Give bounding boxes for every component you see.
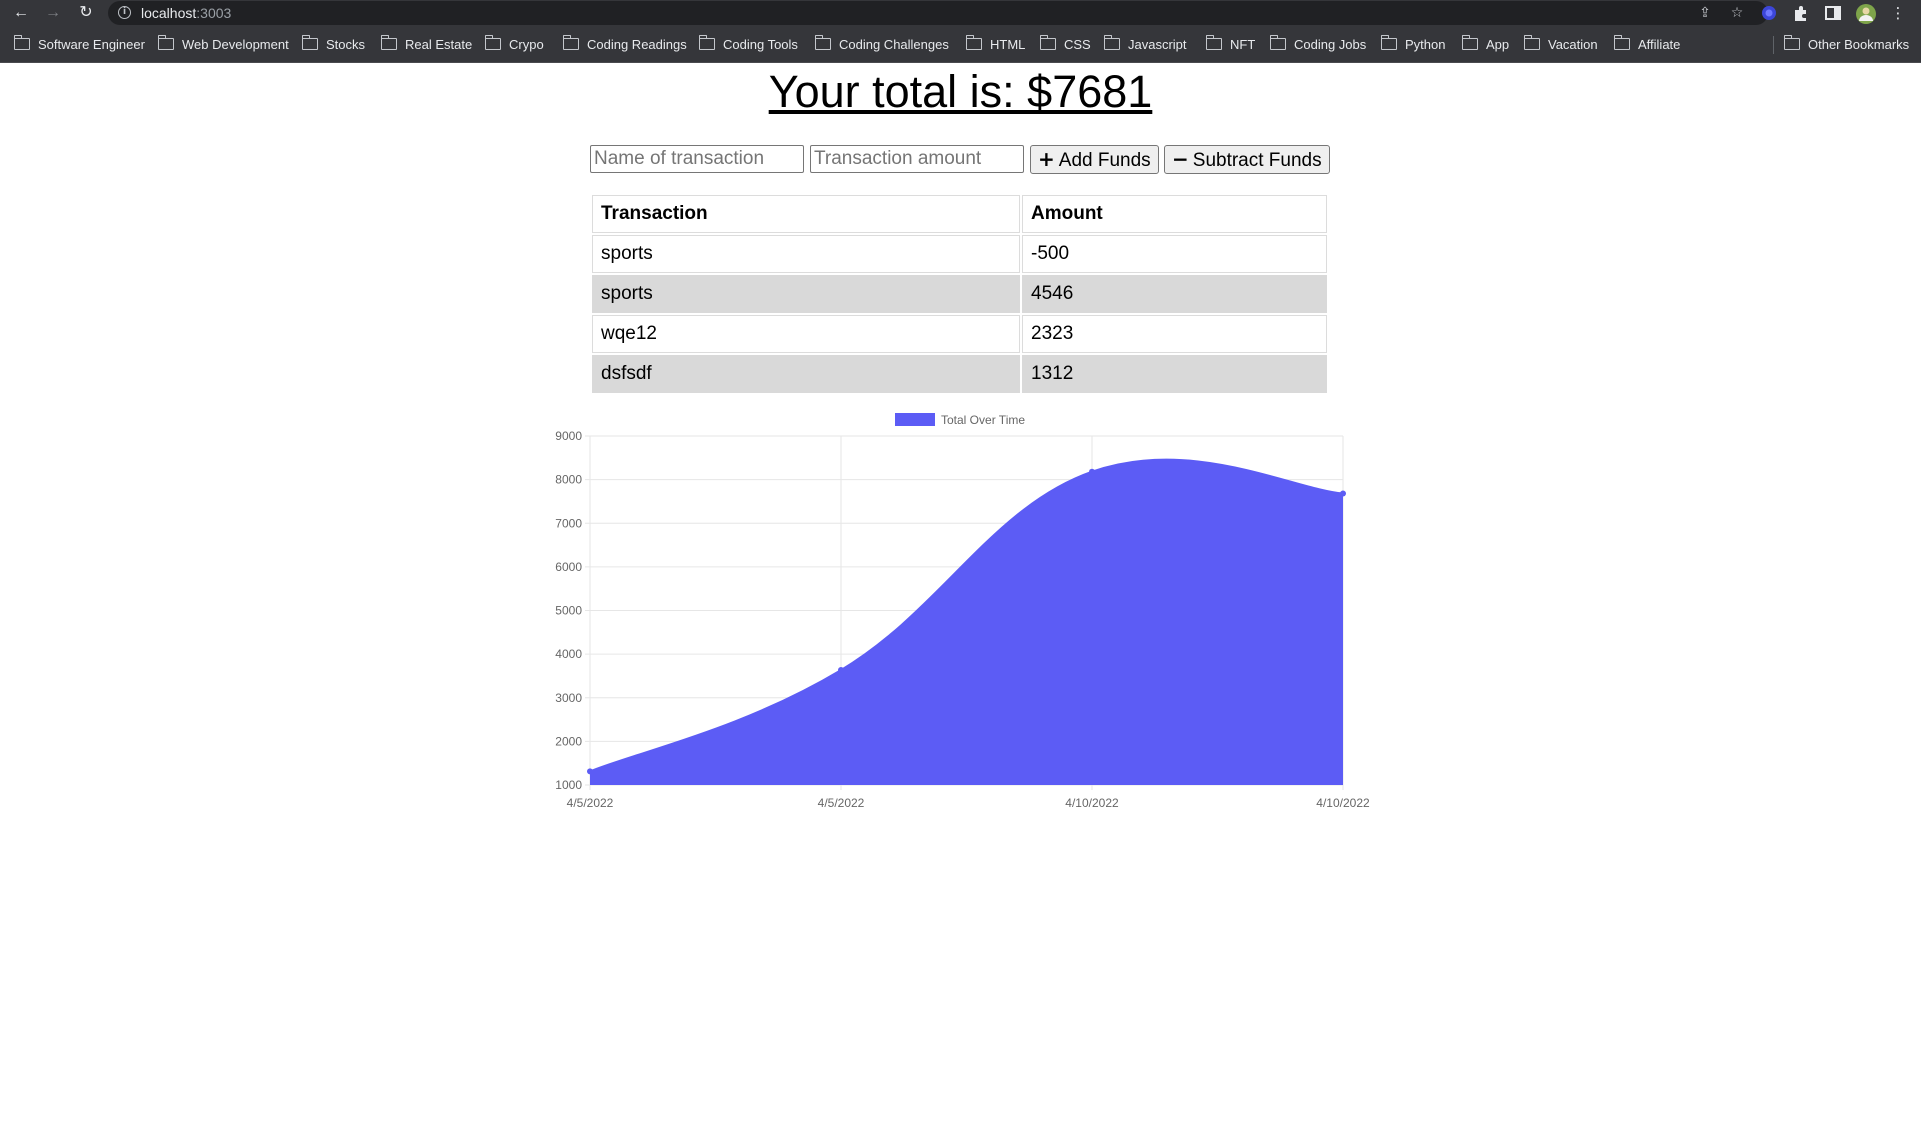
y-tick-label: 5000 [555, 604, 582, 618]
y-tick-label: 6000 [555, 560, 582, 574]
table-row: sports 4546 [592, 275, 1327, 313]
add-funds-label: Add Funds [1058, 150, 1151, 171]
transaction-amount-cell: -500 [1022, 235, 1327, 273]
transaction-name-cell: sports [592, 275, 1020, 313]
folder-icon [1613, 35, 1630, 50]
folder-icon [698, 35, 715, 50]
table-header-row: Transaction Amount [592, 195, 1327, 233]
y-tick-label: 7000 [555, 516, 582, 530]
bookmarks-divider [1773, 36, 1774, 54]
site-info-icon[interactable]: i [118, 6, 131, 19]
bookmark-folder[interactable]: Software Engineer [13, 35, 145, 55]
extension-circle-icon[interactable] [1759, 3, 1779, 23]
profile-avatar[interactable] [1855, 3, 1876, 24]
plus-icon: + [1038, 147, 1055, 171]
address-bar[interactable]: i localhost:3003 ⇪ ☆ [108, 1, 1768, 25]
bookmark-folder[interactable]: Vacation [1523, 35, 1598, 55]
transaction-amount-cell: 1312 [1022, 355, 1327, 393]
url-text[interactable]: localhost:3003 [141, 5, 231, 21]
total-over-time-chart: 1000 2000 3000 4000 5000 6000 7000 8000 9000 4/5/… [555, 413, 1370, 810]
transaction-name-input[interactable] [590, 145, 804, 173]
transaction-amount-cell: 2323 [1022, 315, 1327, 353]
folder-icon [814, 35, 831, 50]
transaction-column-header: Transaction [592, 195, 1020, 233]
bookmark-star-icon[interactable]: ☆ [1728, 4, 1746, 22]
bookmark-folder[interactable]: Web Development [157, 35, 289, 55]
y-tick-label: 1000 [555, 778, 582, 792]
folder-icon [1039, 35, 1056, 50]
bookmark-folder[interactable]: Javascript [1103, 35, 1187, 55]
transaction-name-cell: dsfsdf [592, 355, 1020, 393]
folder-icon [1380, 35, 1397, 50]
y-tick-label: 4000 [555, 647, 582, 661]
legend-swatch [895, 413, 935, 426]
series-area [590, 459, 1343, 785]
extensions-puzzle-icon[interactable] [1791, 3, 1811, 23]
folder-icon [301, 35, 318, 50]
x-tick-label: 4/5/2022 [818, 796, 865, 810]
data-point [1340, 490, 1346, 497]
bookmark-folder[interactable]: Crypo [484, 35, 544, 55]
transaction-name-cell: wqe12 [592, 315, 1020, 353]
other-bookmarks-folder[interactable]: Other Bookmarks [1783, 35, 1909, 55]
data-point [587, 768, 593, 775]
add-funds-button[interactable]: + Add Funds [1030, 145, 1159, 174]
folder-icon [1523, 35, 1540, 50]
folder-icon [965, 35, 982, 50]
bookmark-folder[interactable]: Coding Challenges [814, 35, 949, 55]
bookmark-folder[interactable]: Coding Readings [562, 35, 687, 55]
data-point [1089, 468, 1095, 475]
bookmark-folder[interactable]: Coding Jobs [1269, 35, 1366, 55]
share-icon[interactable]: ⇪ [1696, 4, 1714, 22]
total-heading: Your total is: $7681 [768, 66, 1153, 117]
bookmark-folder[interactable]: Real Estate [380, 35, 472, 55]
x-tick-label: 4/10/2022 [1316, 796, 1370, 810]
x-tick-label: 4/10/2022 [1065, 796, 1119, 810]
subtract-funds-label: Subtract Funds [1192, 150, 1322, 171]
bookmarks-bar: Software Engineer Web Development Stocks… [0, 27, 1921, 63]
bookmark-folder[interactable]: NFT [1205, 35, 1255, 55]
table-row: dsfsdf 1312 [592, 355, 1327, 393]
bookmark-folder[interactable]: Affiliate [1613, 35, 1680, 55]
y-tick-label: 8000 [555, 473, 582, 487]
folder-icon [157, 35, 174, 50]
back-arrow-icon[interactable]: ← [10, 2, 32, 24]
bookmark-folder[interactable]: CSS [1039, 35, 1091, 55]
folder-icon [1783, 35, 1800, 50]
transactions-table: Transaction Amount sports -500 sports 45… [590, 193, 1329, 395]
minus-icon: − [1172, 147, 1189, 171]
table-row: wqe12 2323 [592, 315, 1327, 353]
bookmark-folder[interactable]: Coding Tools [698, 35, 798, 55]
y-tick-label: 2000 [555, 734, 582, 748]
menu-kebab-icon[interactable]: ⋮ [1888, 3, 1908, 23]
browser-toolbar: ← → ↻ i localhost:3003 ⇪ ☆ ⋮ [0, 0, 1921, 27]
bookmark-folder[interactable]: App [1461, 35, 1509, 55]
bookmark-folder[interactable]: HTML [965, 35, 1025, 55]
x-tick-label: 4/5/2022 [567, 796, 614, 810]
forward-arrow-icon[interactable]: → [42, 2, 64, 24]
folder-icon [1205, 35, 1222, 50]
side-panel-icon[interactable] [1823, 3, 1843, 23]
bookmark-folder[interactable]: Stocks [301, 35, 365, 55]
folder-icon [1269, 35, 1286, 50]
folder-icon [484, 35, 501, 50]
transaction-amount-input[interactable] [810, 145, 1024, 173]
amount-column-header: Amount [1022, 195, 1327, 233]
y-tick-label: 3000 [555, 691, 582, 705]
folder-icon [13, 35, 30, 50]
legend-label: Total Over Time [941, 413, 1025, 427]
folder-icon [562, 35, 579, 50]
transaction-name-cell: sports [592, 235, 1020, 273]
bookmark-folder[interactable]: Python [1380, 35, 1445, 55]
y-tick-label: 9000 [555, 429, 582, 443]
folder-icon [1103, 35, 1120, 50]
folder-icon [1461, 35, 1478, 50]
subtract-funds-button[interactable]: − Subtract Funds [1164, 145, 1330, 174]
data-point [838, 667, 844, 674]
transaction-amount-cell: 4546 [1022, 275, 1327, 313]
table-row: sports -500 [592, 235, 1327, 273]
reload-icon[interactable]: ↻ [75, 2, 97, 24]
folder-icon [380, 35, 397, 50]
